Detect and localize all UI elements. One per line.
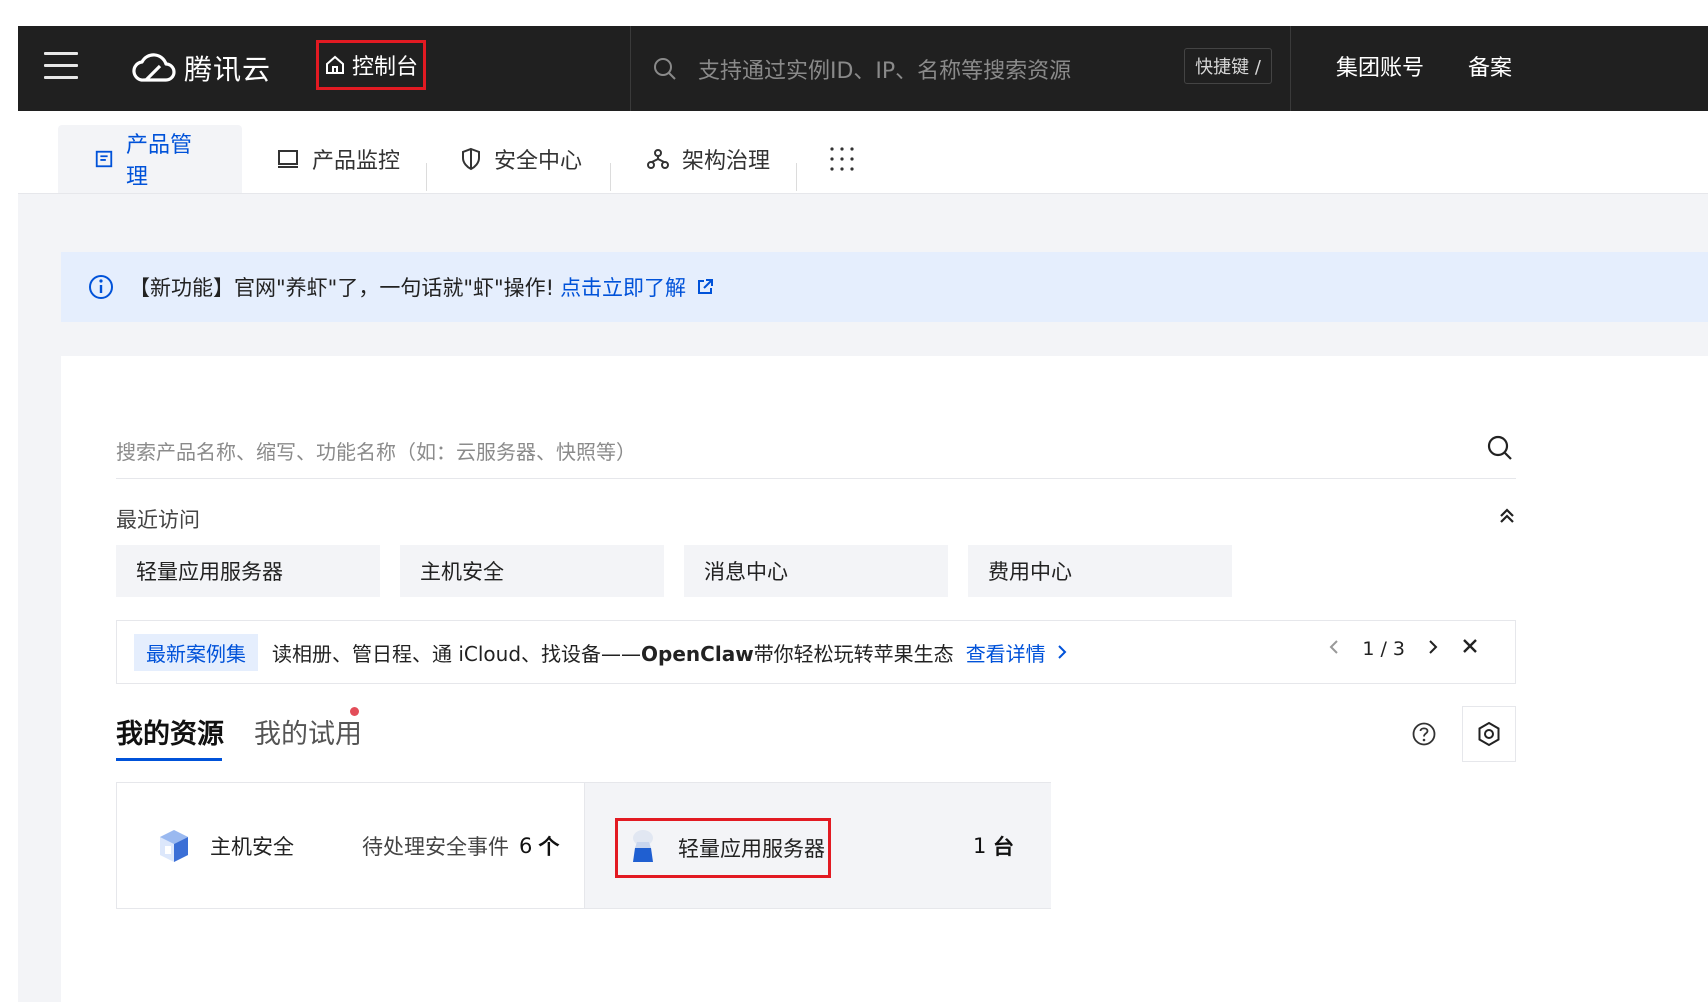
home-icon (325, 55, 344, 74)
notification-dot (350, 707, 359, 716)
top-navbar: 腾讯云 控制台 支持通过实例ID、IP、名称等搜索资源 快捷键 / 集团账号 备… (18, 26, 1708, 111)
case-text-suffix: 带你轻松玩转苹果生态 (753, 641, 954, 666)
resource-name: 轻量应用服务器 (678, 837, 825, 861)
lighthouse-highlight[interactable]: 轻量应用服务器 (615, 818, 831, 878)
collapse-up-icon[interactable] (1497, 506, 1517, 526)
resource-card-host-security[interactable]: 主机安全 待处理安全事件 6 个 (117, 783, 583, 908)
case-text-bold: OpenClaw (641, 641, 754, 666)
tab-label: 架构治理 (682, 149, 771, 174)
group-account-link[interactable]: 集团账号 (1336, 50, 1424, 82)
tab-separator (610, 163, 611, 191)
tab-separator (426, 163, 427, 191)
global-search-placeholder: 支持通过实例ID、IP、名称等搜索资源 (698, 59, 1072, 84)
filing-link[interactable]: 备案 (1468, 50, 1512, 82)
tab-my-resources[interactable]: 我的资源 (116, 712, 224, 751)
chevron-right-icon (1429, 639, 1438, 654)
tab-product-management[interactable]: 产品管理 (58, 125, 242, 193)
resource-card-lighthouse[interactable]: 轻量应用服务器 1 台 (584, 783, 1051, 908)
architecture-icon (647, 149, 669, 169)
brand-logo[interactable]: 腾讯云 (132, 46, 271, 90)
brand-name: 腾讯云 (184, 53, 272, 86)
tab-label: 产品监控 (312, 149, 401, 174)
tab-security-center[interactable]: 安全中心 (460, 125, 582, 193)
external-link-icon[interactable] (696, 278, 714, 296)
product-tab-bar: 产品管理 产品监控 安全中心 架构治理 (18, 111, 1708, 194)
divider (1290, 26, 1291, 111)
recent-item[interactable]: 费用中心 (968, 545, 1232, 597)
case-details-link[interactable]: 查看详情 (966, 638, 1068, 667)
recent-item[interactable]: 轻量应用服务器 (116, 545, 380, 597)
help-icon[interactable] (1411, 721, 1437, 747)
product-search-input[interactable]: 搜索产品名称、缩写、功能名称（如：云服务器、快照等） (116, 428, 1516, 479)
console-frame: 腾讯云 控制台 支持通过实例ID、IP、名称等搜索资源 快捷键 / 集团账号 备… (18, 26, 1708, 1002)
more-apps-button[interactable] (828, 125, 856, 193)
close-banner-button[interactable] (1461, 637, 1479, 660)
resource-unit: 个 (538, 834, 560, 859)
monitor-icon (278, 150, 298, 168)
notice-text: 【新功能】官网"养虾"了，一句话就"虾"操作! (129, 276, 555, 300)
cloud-logo-icon (132, 53, 176, 82)
product-search-placeholder: 搜索产品名称、缩写、功能名称（如：云服务器、快照等） (116, 440, 636, 464)
gear-icon (1478, 721, 1500, 747)
shield-icon (462, 147, 480, 171)
tab-label: 产品管理 (126, 133, 193, 190)
tab-product-monitoring[interactable]: 产品监控 (276, 125, 400, 193)
product-management-panel: 搜索产品名称、缩写、功能名称（如：云服务器、快照等） 最近访问 轻量应用服务器 … (61, 356, 1708, 1002)
close-icon (1463, 639, 1477, 653)
search-icon (654, 58, 676, 80)
case-details-label: 查看详情 (965, 641, 1046, 666)
shortcut-key-hint[interactable]: 快捷键 / (1184, 48, 1272, 84)
case-pager: 1 / 3 (1328, 637, 1479, 660)
prev-page-button[interactable] (1328, 638, 1340, 660)
document-icon (95, 150, 113, 168)
resource-meta-label: 待处理安全事件 (362, 834, 509, 859)
host-security-product-icon (160, 829, 188, 862)
info-icon (89, 275, 113, 299)
resource-unit: 台 (993, 834, 1014, 859)
lighthouse-product-icon (633, 830, 653, 862)
notice-learn-more-link[interactable]: 点击立即了解 (560, 272, 686, 302)
settings-button[interactable] (1462, 706, 1516, 762)
search-icon[interactable] (1486, 434, 1514, 462)
tab-separator (796, 163, 797, 191)
case-badge: 最新案例集 (134, 633, 258, 671)
tab-architecture-governance[interactable]: 架构治理 (646, 125, 770, 193)
resource-count: 6 (519, 833, 533, 858)
case-text: 读相册、管日程、通 iCloud、找设备——OpenClaw带你轻松玩转苹果生态 (272, 638, 954, 667)
feature-notice: 【新功能】官网"养虾"了，一句话就"虾"操作! 点击立即了解 (61, 252, 1708, 322)
tab-label: 安全中心 (494, 149, 583, 174)
grid-dots-icon (830, 147, 854, 171)
divider (630, 26, 631, 111)
next-page-button[interactable] (1427, 638, 1439, 660)
recent-item[interactable]: 消息中心 (684, 545, 948, 597)
menu-icon[interactable] (44, 52, 78, 82)
resource-count: 1 (973, 833, 987, 858)
case-banner: 最新案例集 读相册、管日程、通 iCloud、找设备——OpenClaw带你轻松… (116, 620, 1516, 684)
page-indicator: 1 / 3 (1362, 637, 1405, 660)
console-home-button[interactable]: 控制台 (316, 40, 426, 90)
recent-visits-title: 最近访问 (116, 508, 200, 532)
case-text-prefix: 读相册、管日程、通 iCloud、找设备—— (272, 641, 642, 666)
active-tab-underline (116, 758, 222, 761)
console-label: 控制台 (351, 55, 418, 80)
chevron-left-icon (1329, 639, 1339, 654)
resource-summary: 主机安全 待处理安全事件 6 个 轻量应用服务器 1 台 (116, 782, 1051, 909)
recent-item[interactable]: 主机安全 (400, 545, 664, 597)
resource-name: 主机安全 (210, 834, 294, 859)
chevron-right-icon (1057, 645, 1067, 659)
tab-my-trials[interactable]: 我的试用 (254, 712, 362, 751)
